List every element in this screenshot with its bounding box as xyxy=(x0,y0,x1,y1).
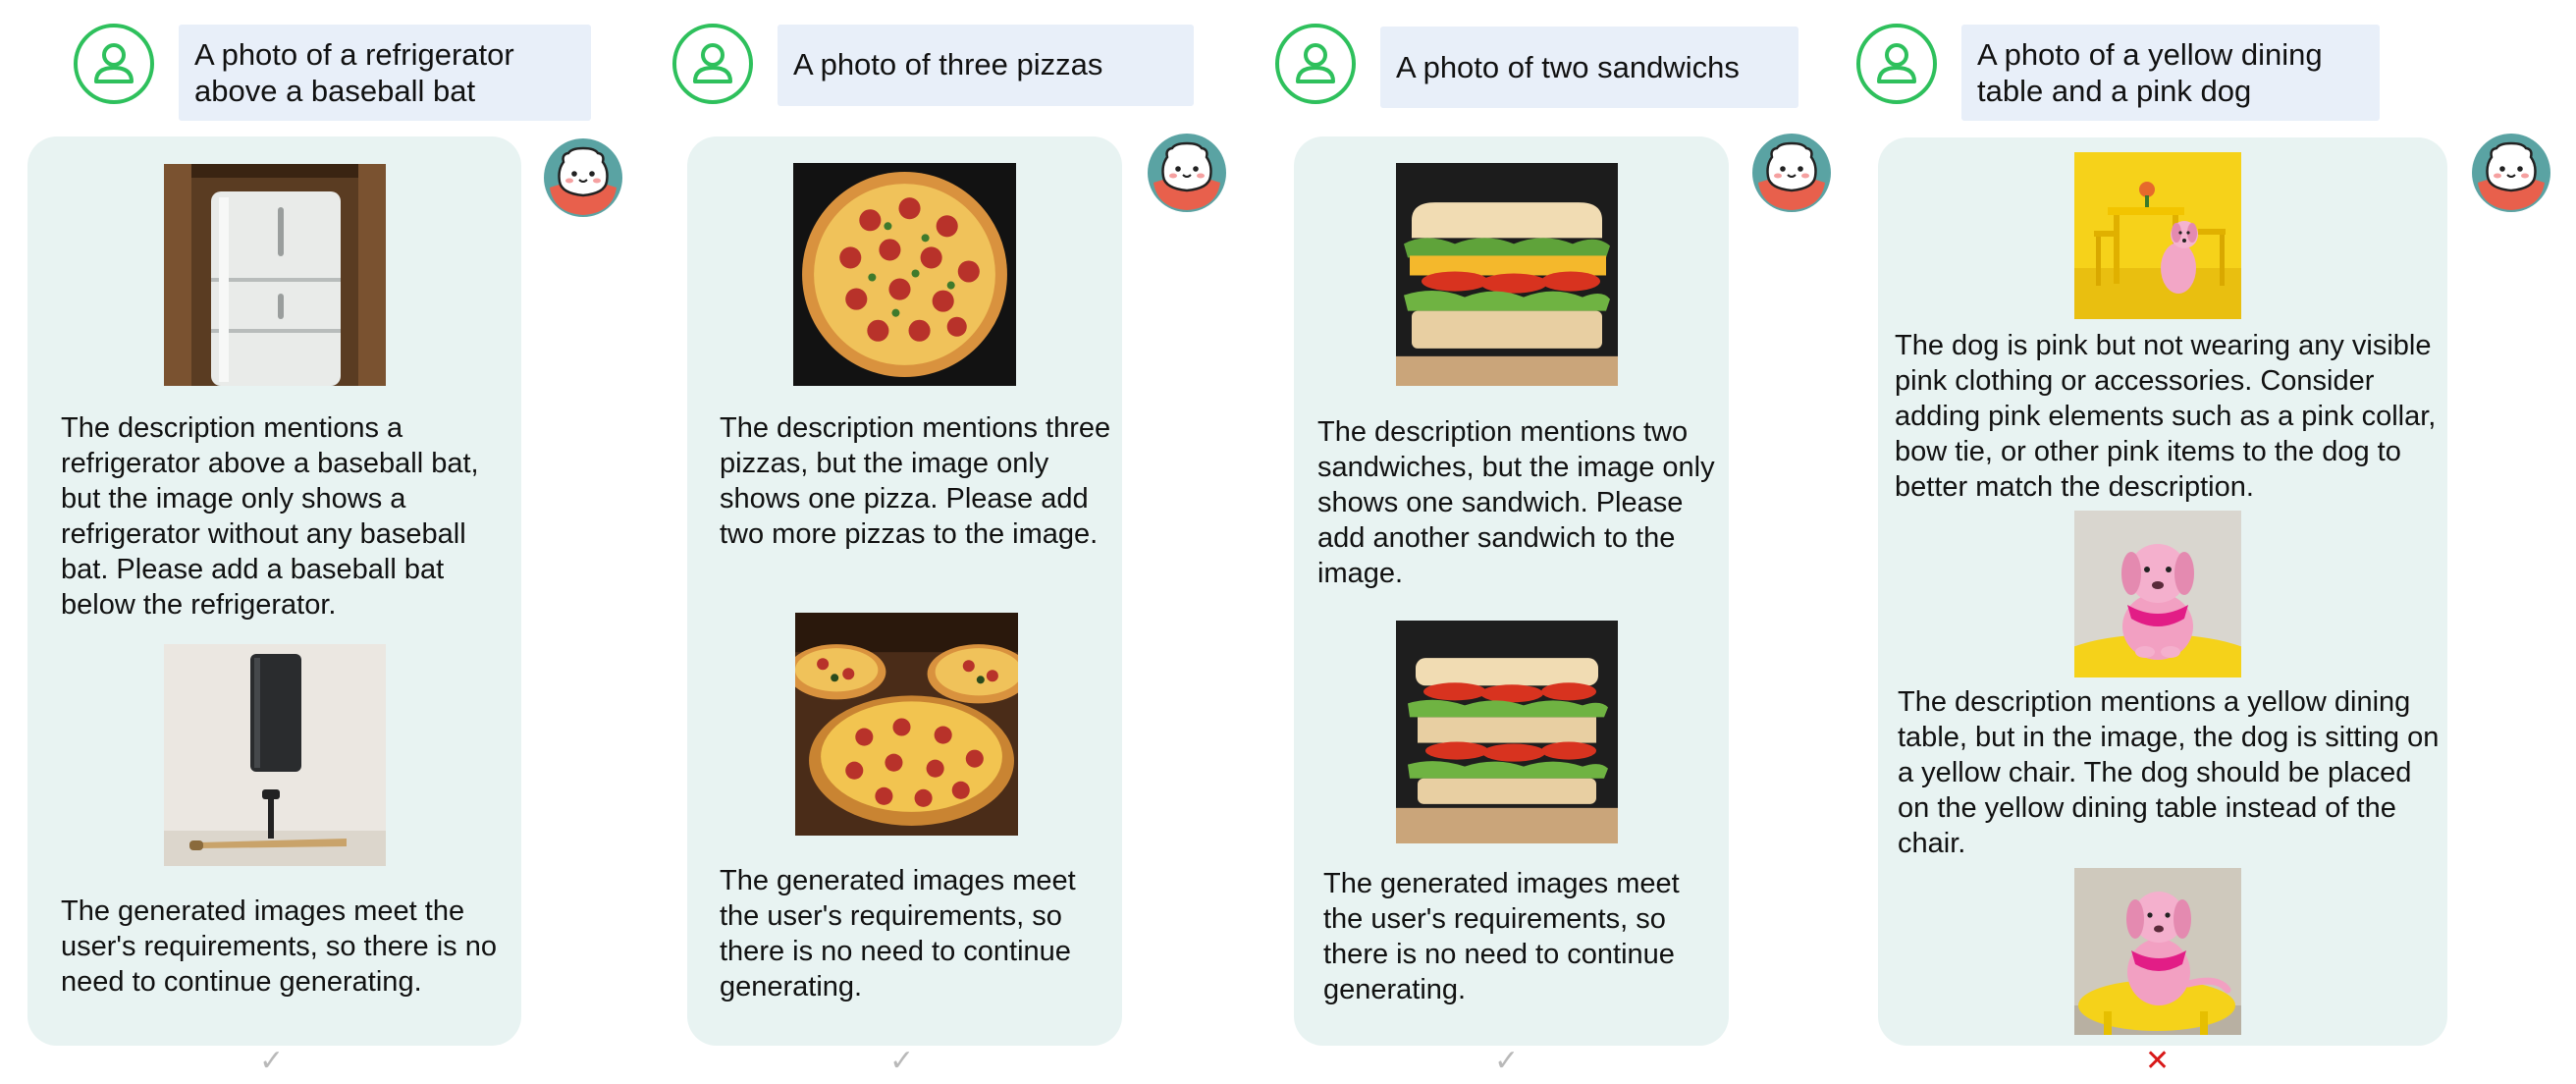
user-prompt: A photo of three pizzas xyxy=(778,25,1194,106)
pink-dog-portrait-photo xyxy=(2074,511,2241,678)
robot-assistant-icon xyxy=(2470,132,2552,214)
user-avatar xyxy=(671,23,754,105)
single-sandwich-photo xyxy=(1396,163,1618,386)
assistant-avatar xyxy=(1750,132,1833,214)
three-pizzas-photo xyxy=(795,613,1018,836)
user-avatar xyxy=(1855,23,1938,105)
pink-dog-on-yellow-chair-photo xyxy=(2074,868,2241,1035)
user-icon xyxy=(1274,23,1357,105)
assistant-feedback-text: The generated images meet the user's req… xyxy=(720,865,1076,1003)
single-pizza-photo xyxy=(793,163,1016,386)
user-icon xyxy=(1855,23,1938,105)
assistant-avatar xyxy=(2470,132,2552,214)
assistant-feedback-text: The description mentions a refrigerator … xyxy=(61,412,479,621)
check-icon: ✓ xyxy=(259,1045,285,1077)
assistant-feedback-text: The dog is pink but not wearing any visi… xyxy=(1895,330,2437,503)
user-prompt: A photo of a yellow dining table and a p… xyxy=(1961,25,2380,121)
assistant-feedback-text: The description mentions a yellow dining… xyxy=(1898,686,2440,859)
wall-unit-and-baseball-bat-photo xyxy=(164,644,386,866)
check-icon: ✓ xyxy=(889,1045,915,1077)
user-icon xyxy=(671,23,754,105)
check-icon: ✓ xyxy=(1494,1045,1520,1077)
pink-dog-yellow-room-photo xyxy=(2074,152,2241,319)
robot-assistant-icon xyxy=(1750,132,1833,214)
robot-assistant-icon xyxy=(542,136,624,219)
refrigerator-photo xyxy=(164,164,386,386)
user-icon xyxy=(73,23,155,105)
user-avatar xyxy=(1274,23,1357,105)
assistant-feedback-text: The generated images meet the user's req… xyxy=(61,895,497,998)
assistant-feedback-text: The description mentions three pizzas, b… xyxy=(720,412,1111,550)
robot-assistant-icon xyxy=(1146,132,1228,214)
stacked-sandwiches-photo xyxy=(1396,621,1618,843)
cross-icon: ✕ xyxy=(2145,1045,2171,1077)
user-prompt: A photo of a refrigerator above a baseba… xyxy=(179,25,591,121)
assistant-feedback-text: The generated images meet the user's req… xyxy=(1323,868,1680,1005)
user-prompt: A photo of two sandwichs xyxy=(1380,27,1798,108)
assistant-feedback-text: The description mentions two sandwiches,… xyxy=(1317,416,1715,589)
assistant-avatar xyxy=(542,136,624,219)
user-avatar xyxy=(73,23,155,105)
assistant-avatar xyxy=(1146,132,1228,214)
